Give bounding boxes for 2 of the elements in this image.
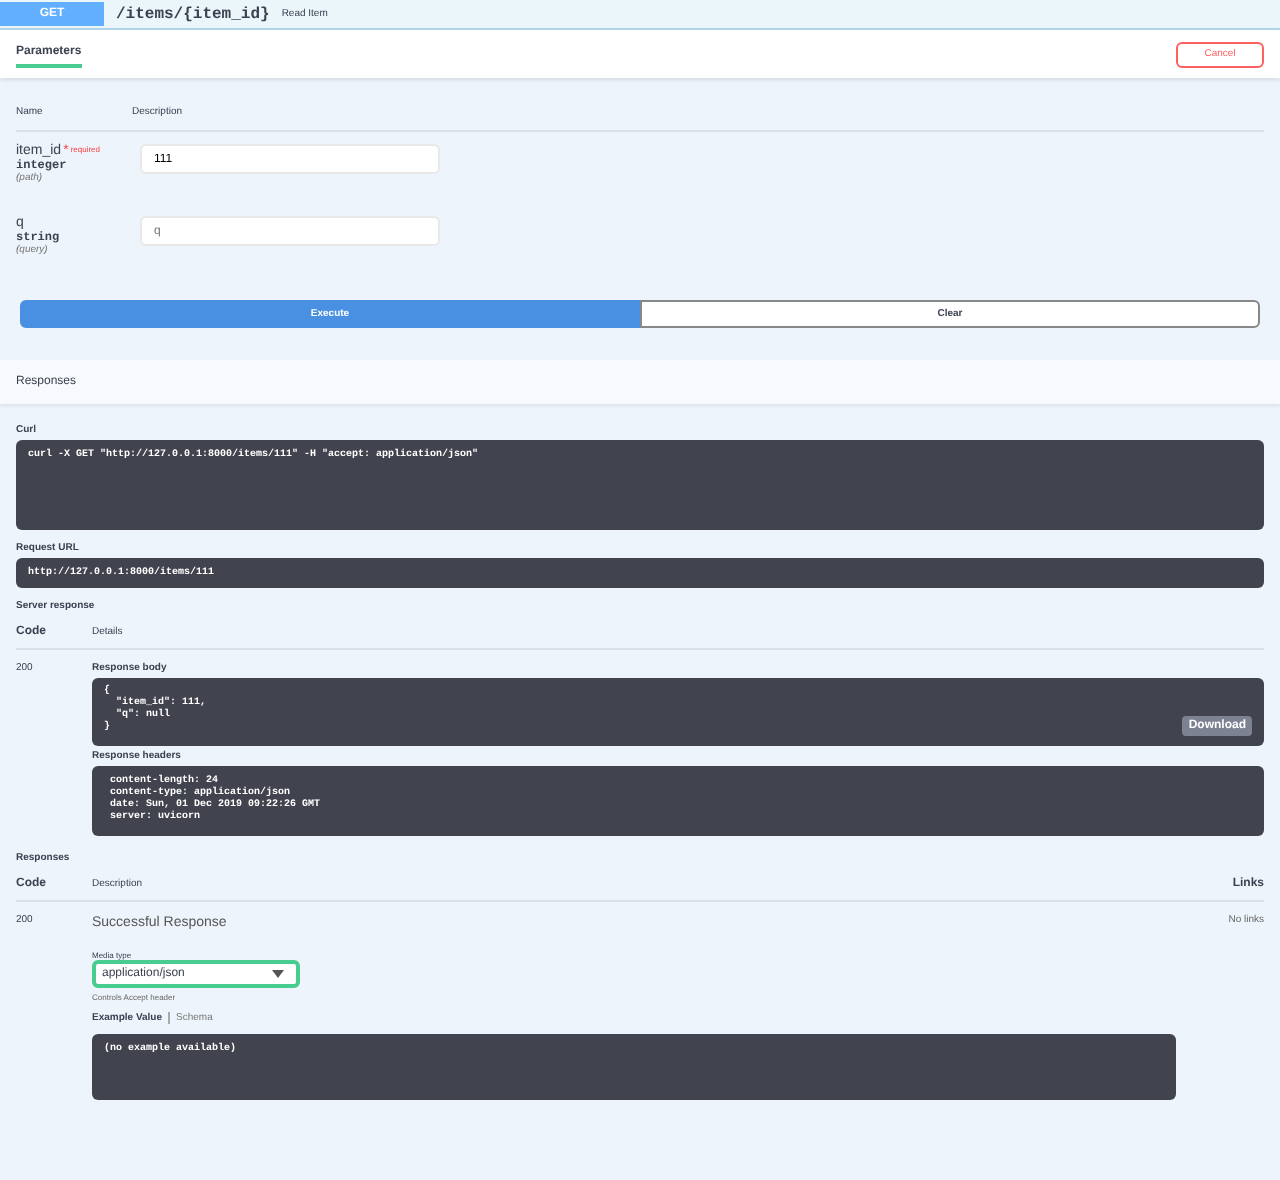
endpoint-path: /items/{item_id}	[116, 5, 270, 23]
caret-icon	[272, 970, 284, 978]
